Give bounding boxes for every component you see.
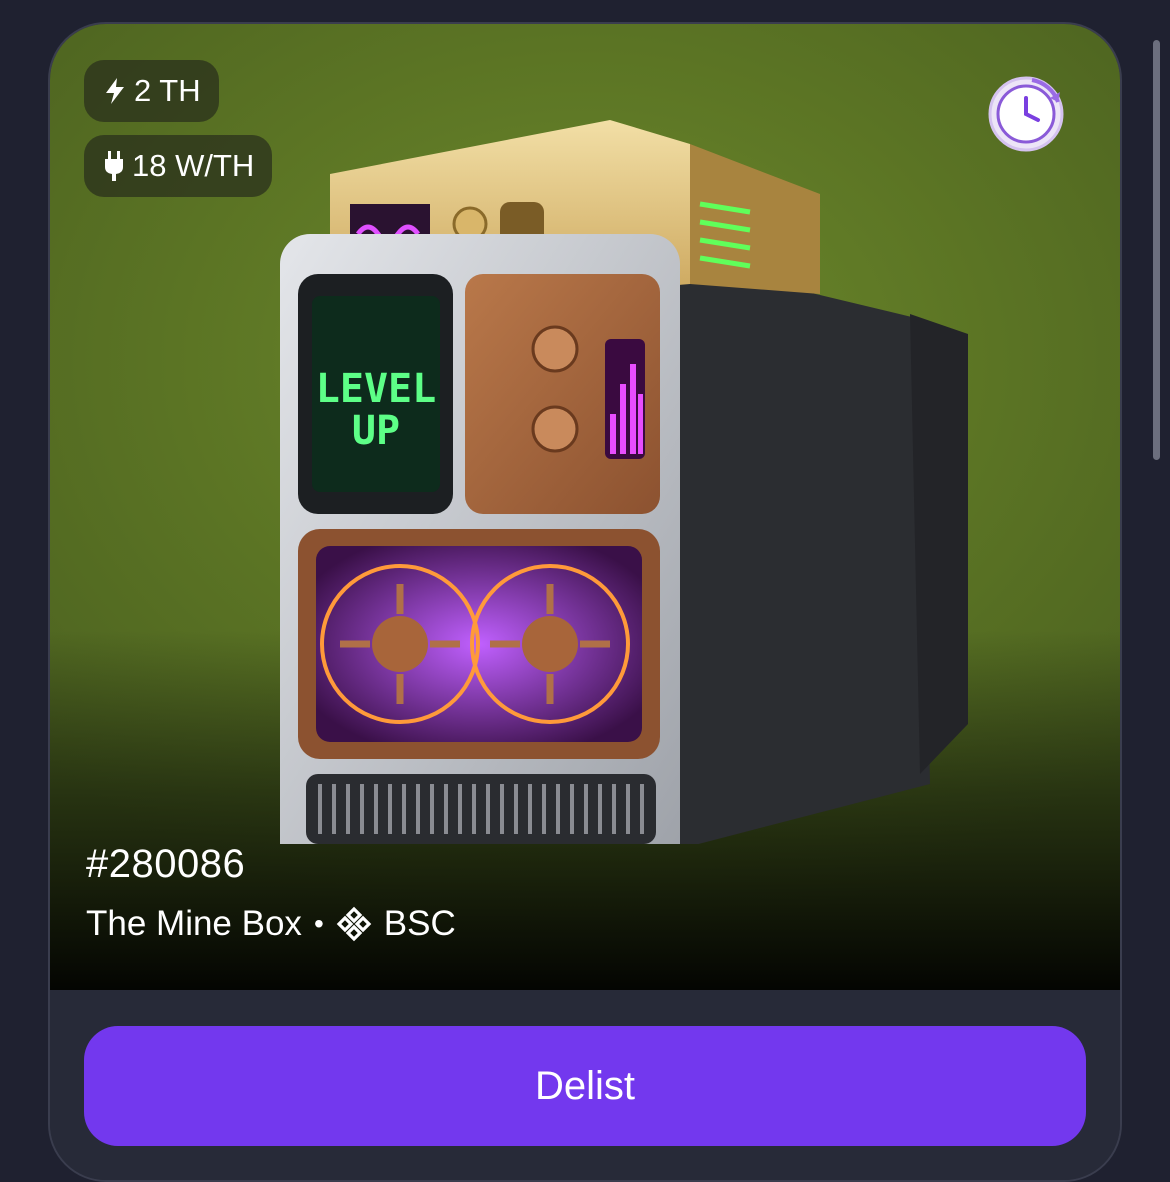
scrollbar[interactable]	[1153, 40, 1160, 460]
card-actions: Delist	[50, 990, 1120, 1180]
collection-name: The Mine Box	[86, 904, 302, 943]
bnb-chain-icon	[336, 906, 372, 942]
lightning-icon	[106, 78, 124, 104]
hashrate-value: 2 TH	[134, 73, 201, 108]
screen-text-line1: LEVEL	[316, 366, 436, 412]
screen-text-line2: UP	[352, 408, 400, 454]
delist-button[interactable]: Delist	[84, 1026, 1086, 1146]
plug-icon	[105, 151, 123, 181]
hashrate-badge: 2 TH	[84, 60, 219, 122]
efficiency-value: 18 W/TH	[132, 148, 255, 183]
meta-separator: •	[313, 908, 324, 939]
token-id: #280086	[86, 842, 246, 886]
chain-name: BSC	[383, 904, 456, 943]
collection-meta: The Mine Box • BSC	[86, 904, 456, 944]
nft-image[interactable]: LEVEL UP 2 TH 18 W/TH #280086 The Mine B…	[50, 24, 1120, 990]
miner-illustration: LEVEL UP	[280, 120, 968, 844]
clock-timer-icon[interactable]	[986, 72, 1066, 152]
efficiency-badge: 18 W/TH	[84, 135, 273, 197]
nft-card: LEVEL UP 2 TH 18 W/TH #280086 The Mine B…	[48, 22, 1122, 1182]
